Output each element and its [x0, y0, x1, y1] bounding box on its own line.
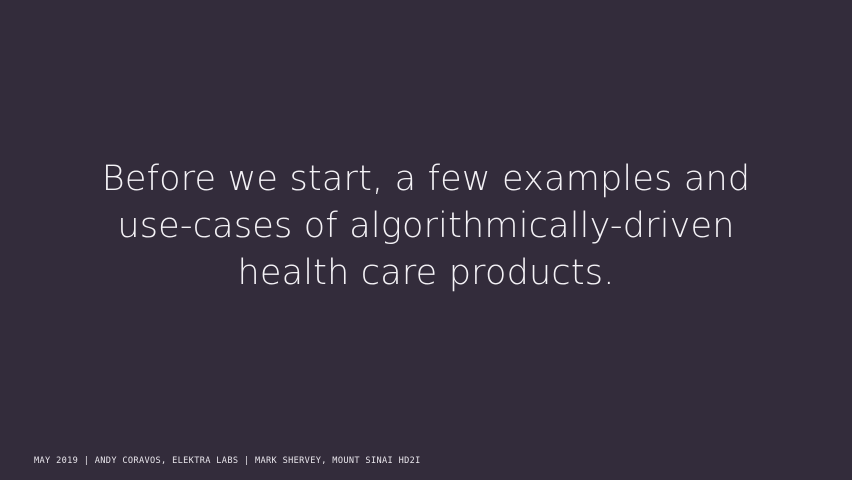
slide-headline: Before we start, a few examples and use-… [0, 156, 852, 297]
headline-line-1: Before we start, a few examples and [101, 159, 751, 199]
slide-footer: MAY 2019 | ANDY CORAVOS, ELEKTRA LABS | … [34, 456, 421, 466]
headline-line-3: health care products. [237, 253, 615, 293]
headline-line-2: use-cases of algorithmically-driven [117, 206, 735, 246]
presentation-slide: Before we start, a few examples and use-… [0, 0, 852, 480]
